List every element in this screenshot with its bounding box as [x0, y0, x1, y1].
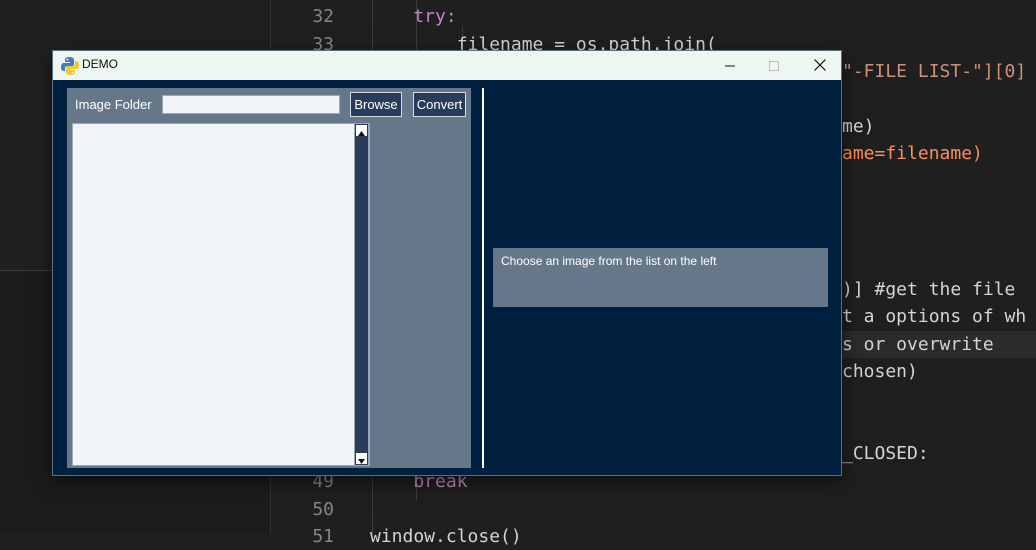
code-fragment: "-FILE LIST-"][0] [842, 61, 1027, 82]
minimize-button[interactable] [707, 51, 753, 80]
info-text: Choose an image from the list on the lef… [501, 254, 717, 268]
code-fragment: chosen) [842, 361, 918, 382]
code-fragment: s or overwrite [842, 334, 994, 355]
arrow-up-icon [358, 121, 365, 140]
file-list-scrollbar[interactable] [354, 123, 369, 466]
line-number: 50 [312, 499, 334, 520]
image-info-box: Choose an image from the list on the lef… [493, 248, 828, 307]
code-fragment: )] #get the file [842, 279, 1016, 300]
close-button[interactable] [797, 51, 843, 80]
close-icon [814, 56, 826, 75]
code-line: window.close() [370, 526, 522, 547]
scroll-down-button[interactable] [356, 453, 367, 464]
code-fragment: _CLOSED: [842, 443, 929, 464]
maximize-button[interactable] [751, 51, 797, 80]
line-number: 51 [312, 526, 334, 547]
image-folder-label: Image Folder [75, 97, 152, 112]
browse-button[interactable]: Browse [350, 92, 402, 117]
maximize-icon [769, 56, 779, 75]
column-separator [482, 88, 484, 468]
code-fragment: ame=filename) [842, 143, 983, 164]
window-title: DEMO [82, 57, 118, 71]
code-fragment: t a options of wh [842, 306, 1027, 327]
python-icon [60, 56, 80, 76]
minimize-icon [725, 56, 735, 75]
title-bar[interactable]: DEMO [53, 51, 841, 80]
convert-button[interactable]: Convert [413, 92, 466, 117]
arrow-down-icon [358, 449, 365, 468]
demo-window: DEMO Image Folder Browse Convert Choose … [52, 50, 842, 476]
line-number: 32 [312, 6, 334, 27]
code-line: try: [370, 6, 457, 27]
image-folder-input[interactable] [162, 95, 340, 114]
code-fragment: me) [842, 116, 875, 137]
scroll-up-button[interactable] [356, 125, 367, 136]
file-list[interactable] [72, 123, 370, 466]
left-column: Image Folder Browse Convert [67, 88, 471, 468]
